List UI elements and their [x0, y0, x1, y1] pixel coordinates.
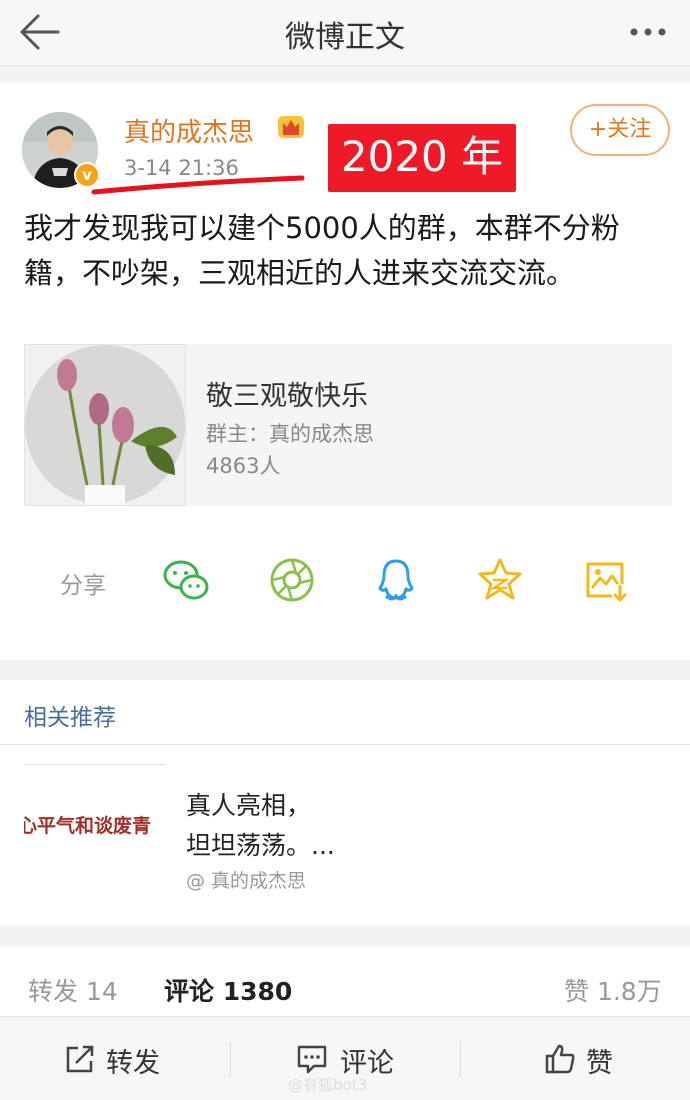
like-label: 赞 [586, 1048, 613, 1079]
crown-icon [276, 112, 306, 142]
red-underline-annotation [90, 170, 310, 200]
share-label: 分享 [60, 573, 106, 599]
repost-button[interactable]: 转发 [0, 1017, 230, 1100]
thumbs-up-icon [544, 1043, 576, 1075]
related-section: 相关推荐 心平气和谈废青 真人亮相， 坦坦荡荡。... @ 真的成杰思 [0, 680, 690, 926]
more-dots-icon[interactable] [620, 8, 676, 56]
repost-label: 转发 [106, 1048, 160, 1079]
username[interactable]: 真的成杰思 [124, 112, 254, 149]
page-title: 微博正文 [285, 20, 405, 55]
group-owner: 群主：真的成杰思 [206, 422, 374, 446]
related-author[interactable]: @ 真的成杰思 [186, 866, 306, 893]
divider [0, 744, 690, 745]
qzone-icon[interactable] [476, 556, 524, 604]
related-heading: 相关推荐 [24, 705, 116, 731]
top-bar: 微博正文 [0, 0, 690, 66]
group-card[interactable]: 敬三观敬快乐 群主：真的成杰思 4863人 [24, 344, 672, 506]
post-text: 我才发现我可以建个5000人的群，本群不分粉籍，不吵架，三观相近的人进来交流交流… [24, 211, 620, 290]
wechat-icon[interactable] [162, 556, 210, 604]
group-member-count: 4863人 [206, 454, 281, 478]
follow-button[interactable]: +关注 [570, 104, 670, 156]
related-thumbnail[interactable]: 心平气和谈废青 [24, 764, 166, 906]
watermark: @有狐bot3 [288, 1076, 368, 1094]
post-card: v 真的成杰思 3-14 21:36 2020 年 +关注 我才发现我可以建个5… [0, 82, 690, 660]
post-stats: 转发 14 评论 1380 赞 1.8万 [0, 946, 690, 1016]
year-annotation-tag: 2020 年 [328, 124, 516, 192]
comment-icon [296, 1043, 328, 1075]
moments-icon[interactable] [268, 556, 316, 604]
like-button[interactable]: 赞 [460, 1017, 690, 1100]
repost-icon [64, 1043, 96, 1075]
qq-icon[interactable] [372, 556, 420, 604]
comment-count-tab[interactable]: 评论 1380 [164, 972, 292, 1008]
like-count-tab[interactable]: 赞 1.8万 [564, 972, 662, 1008]
save-image-icon[interactable] [582, 556, 630, 604]
related-thumbnail-text: 心平气和谈废青 [24, 815, 152, 837]
repost-count-tab[interactable]: 转发 14 [28, 972, 118, 1008]
related-title-line2[interactable]: 坦坦荡荡。... [186, 826, 335, 862]
related-title-line1[interactable]: 真人亮相， [186, 786, 311, 822]
group-name: 敬三观敬快乐 [206, 381, 368, 412]
group-thumbnail [24, 344, 186, 506]
